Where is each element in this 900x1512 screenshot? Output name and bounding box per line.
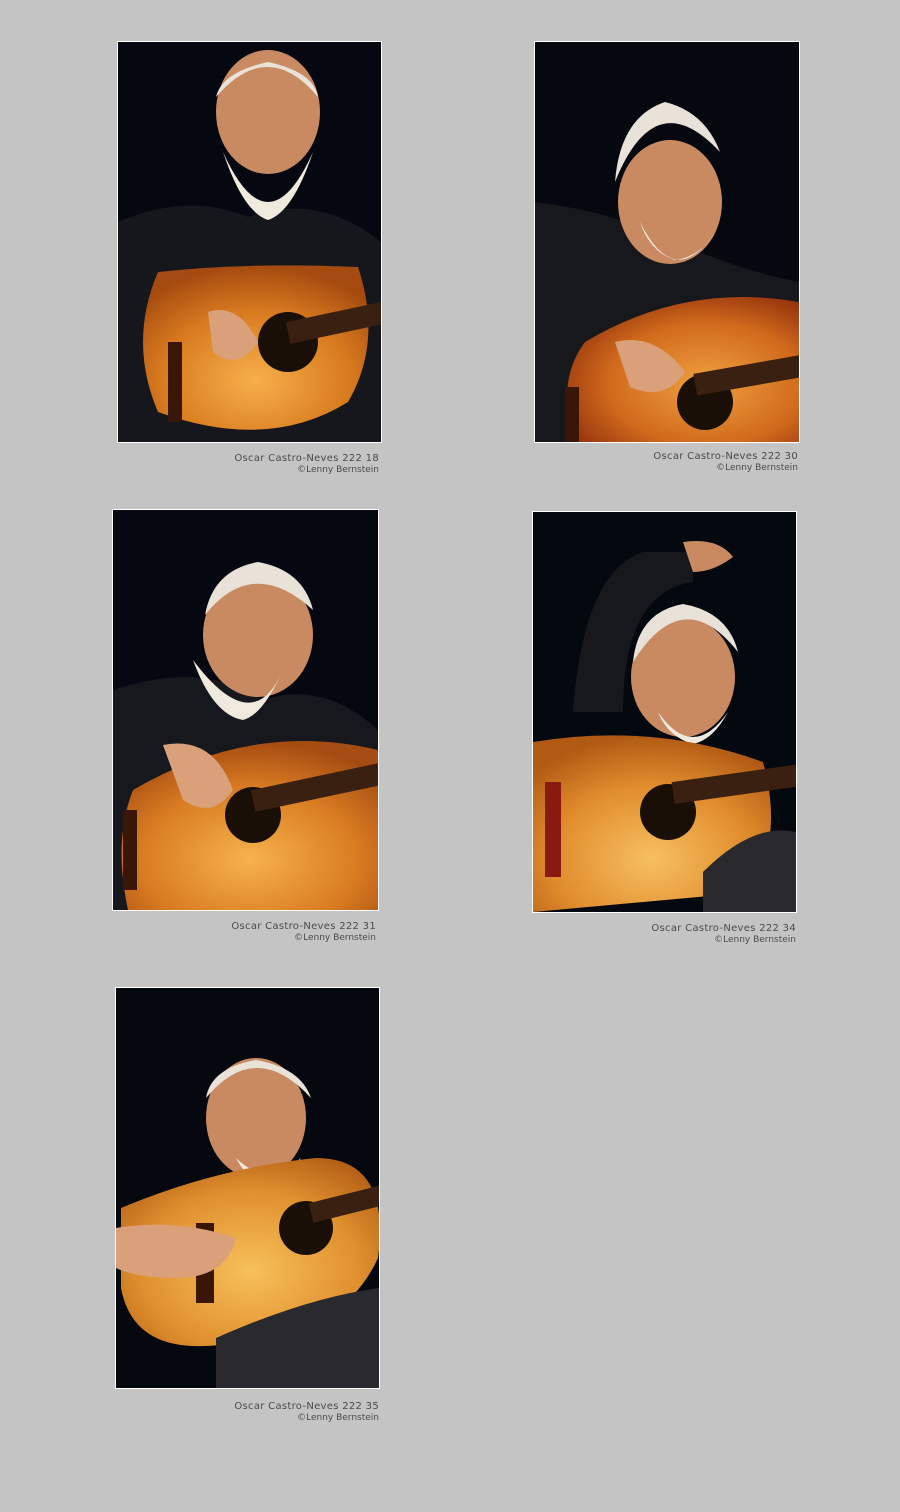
photo-credit: ©Lenny Bernstein	[297, 1413, 379, 1423]
photo-caption: Oscar Castro-Neves 222 34 ©Lenny Bernste…	[532, 922, 796, 947]
photo-title: Oscar Castro-Neves 222 31	[231, 921, 376, 932]
photo-title: Oscar Castro-Neves 222 30	[653, 451, 798, 462]
photo-title: Oscar Castro-Neves 222 35	[234, 1401, 379, 1412]
photo-caption: Oscar Castro-Neves 222 18 ©Lenny Bernste…	[117, 452, 379, 477]
photo-image[interactable]	[112, 509, 379, 911]
photo-caption: Oscar Castro-Neves 222 31 ©Lenny Bernste…	[112, 920, 376, 945]
photo-title: Oscar Castro-Neves 222 34	[651, 923, 796, 934]
photo-caption: Oscar Castro-Neves 222 30 ©Lenny Bernste…	[534, 450, 798, 475]
guitarist-photo-graphic	[113, 510, 378, 910]
photo-credit: ©Lenny Bernstein	[716, 463, 798, 473]
photo-title: Oscar Castro-Neves 222 18	[234, 453, 379, 464]
photo-image[interactable]	[115, 987, 380, 1389]
photo-credit: ©Lenny Bernstein	[294, 933, 376, 943]
guitarist-photo-graphic	[118, 42, 381, 442]
photo-image[interactable]	[534, 41, 800, 443]
guitarist-photo-graphic	[535, 42, 799, 442]
photo-credit: ©Lenny Bernstein	[297, 465, 379, 475]
guitarist-photo-graphic	[116, 988, 379, 1388]
guitarist-photo-graphic	[533, 512, 796, 912]
photo-image[interactable]	[532, 511, 797, 913]
photo-credit: ©Lenny Bernstein	[714, 935, 796, 945]
photo-image[interactable]	[117, 41, 382, 443]
photo-caption: Oscar Castro-Neves 222 35 ©Lenny Bernste…	[115, 1400, 379, 1425]
